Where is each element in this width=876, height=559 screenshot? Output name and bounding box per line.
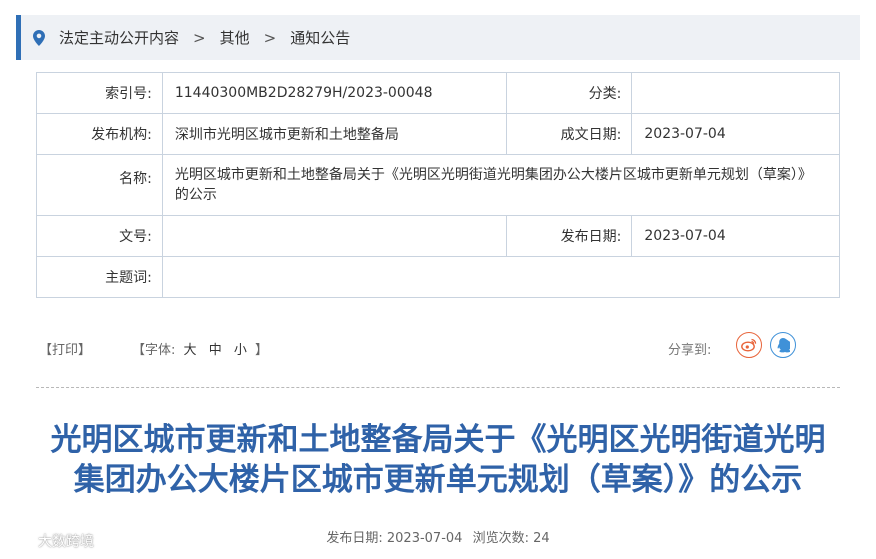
breadcrumb-item-other[interactable]: 其他 bbox=[220, 27, 250, 48]
watermark-text: 大数跨境 bbox=[38, 534, 94, 550]
watermark: 大数跨境 bbox=[8, 530, 94, 552]
table-row: 文号: 发布日期: 2023-07-04 bbox=[36, 215, 840, 257]
pub-date-value: 2023-07-04 bbox=[386, 531, 463, 546]
qq-share-icon[interactable] bbox=[770, 332, 796, 358]
subject-value bbox=[161, 256, 841, 298]
views-count: 24 bbox=[533, 531, 550, 546]
table-row: 名称: 光明区城市更新和土地整备局关于《光明区光明街道光明集团办公大楼片区城市更… bbox=[36, 154, 841, 216]
table-row: 索引号: 11440300MB2D28279H/2023-00048 分类: bbox=[36, 72, 840, 114]
publisher-label: 发布机构: bbox=[36, 113, 163, 155]
category-value bbox=[631, 72, 840, 114]
article-toolbar: 【打印】 【字体: 大 中 小 】 分享到: bbox=[36, 332, 840, 360]
subject-label: 主题词: bbox=[36, 256, 163, 298]
font-small-button[interactable]: 小 bbox=[234, 343, 247, 358]
publish-date-value: 2023-07-04 bbox=[631, 215, 840, 257]
font-large-button[interactable]: 大 bbox=[184, 343, 197, 358]
document-meta-table: 索引号: 11440300MB2D28279H/2023-00048 分类: 发… bbox=[36, 72, 841, 298]
breadcrumb-item-public-content[interactable]: 法定主动公开内容 bbox=[59, 27, 179, 48]
publisher-value: 深圳市光明区城市更新和土地整备局 bbox=[161, 113, 507, 155]
breadcrumb-item-notices[interactable]: 通知公告 bbox=[290, 27, 350, 48]
print-button[interactable]: 【打印】 bbox=[39, 339, 91, 358]
doc-name-label: 名称: bbox=[36, 154, 163, 216]
table-row: 主题词: bbox=[36, 256, 841, 298]
font-size-prefix: 【字体: bbox=[132, 343, 176, 358]
article-title-line: 集团办公大楼片区城市更新单元规划（草案）》的公示 bbox=[73, 462, 803, 498]
watermark-logo-icon bbox=[8, 530, 32, 552]
index-value: 11440300MB2D28279H/2023-00048 bbox=[161, 72, 507, 114]
font-size-suffix: 】 bbox=[255, 343, 269, 358]
location-pin-icon bbox=[33, 29, 45, 46]
doc-number-value bbox=[161, 215, 507, 257]
article-pub-info: 发布日期: 2023-07-04 浏览次数: 24 bbox=[0, 527, 876, 546]
section-divider bbox=[36, 387, 840, 388]
article-title-line: 光明区城市更新和土地整备局关于《光明区光明街道光明 bbox=[50, 422, 826, 458]
views-label: 浏览次数: bbox=[472, 531, 529, 546]
doc-number-label: 文号: bbox=[36, 215, 163, 257]
publish-date-label: 发布日期: bbox=[505, 215, 633, 257]
weibo-share-icon[interactable] bbox=[736, 332, 762, 358]
breadcrumb-separator-icon: > bbox=[193, 28, 206, 47]
doc-name-value: 光明区城市更新和土地整备局关于《光明区光明街道光明集团办公大楼片区城市更新单元规… bbox=[161, 154, 841, 216]
created-date-label: 成文日期: bbox=[505, 113, 633, 155]
article-title: 光明区城市更新和土地整备局关于《光明区光明街道光明 集团办公大楼片区城市更新单元… bbox=[30, 420, 846, 500]
font-medium-button[interactable]: 中 bbox=[209, 343, 222, 358]
share-label: 分享到: bbox=[668, 343, 712, 358]
index-label: 索引号: bbox=[36, 72, 163, 114]
category-label: 分类: bbox=[505, 72, 633, 114]
pub-date-label: 发布日期: bbox=[326, 531, 383, 546]
breadcrumb-separator-icon: > bbox=[263, 28, 277, 47]
created-date-value: 2023-07-04 bbox=[631, 113, 840, 155]
breadcrumb: 法定主动公开内容 > 其他 > 通知公告 bbox=[16, 15, 860, 60]
table-row: 发布机构: 深圳市光明区城市更新和土地整备局 成文日期: 2023-07-04 bbox=[36, 113, 840, 155]
font-size-control: 【字体: 大 中 小 】 bbox=[132, 339, 268, 358]
